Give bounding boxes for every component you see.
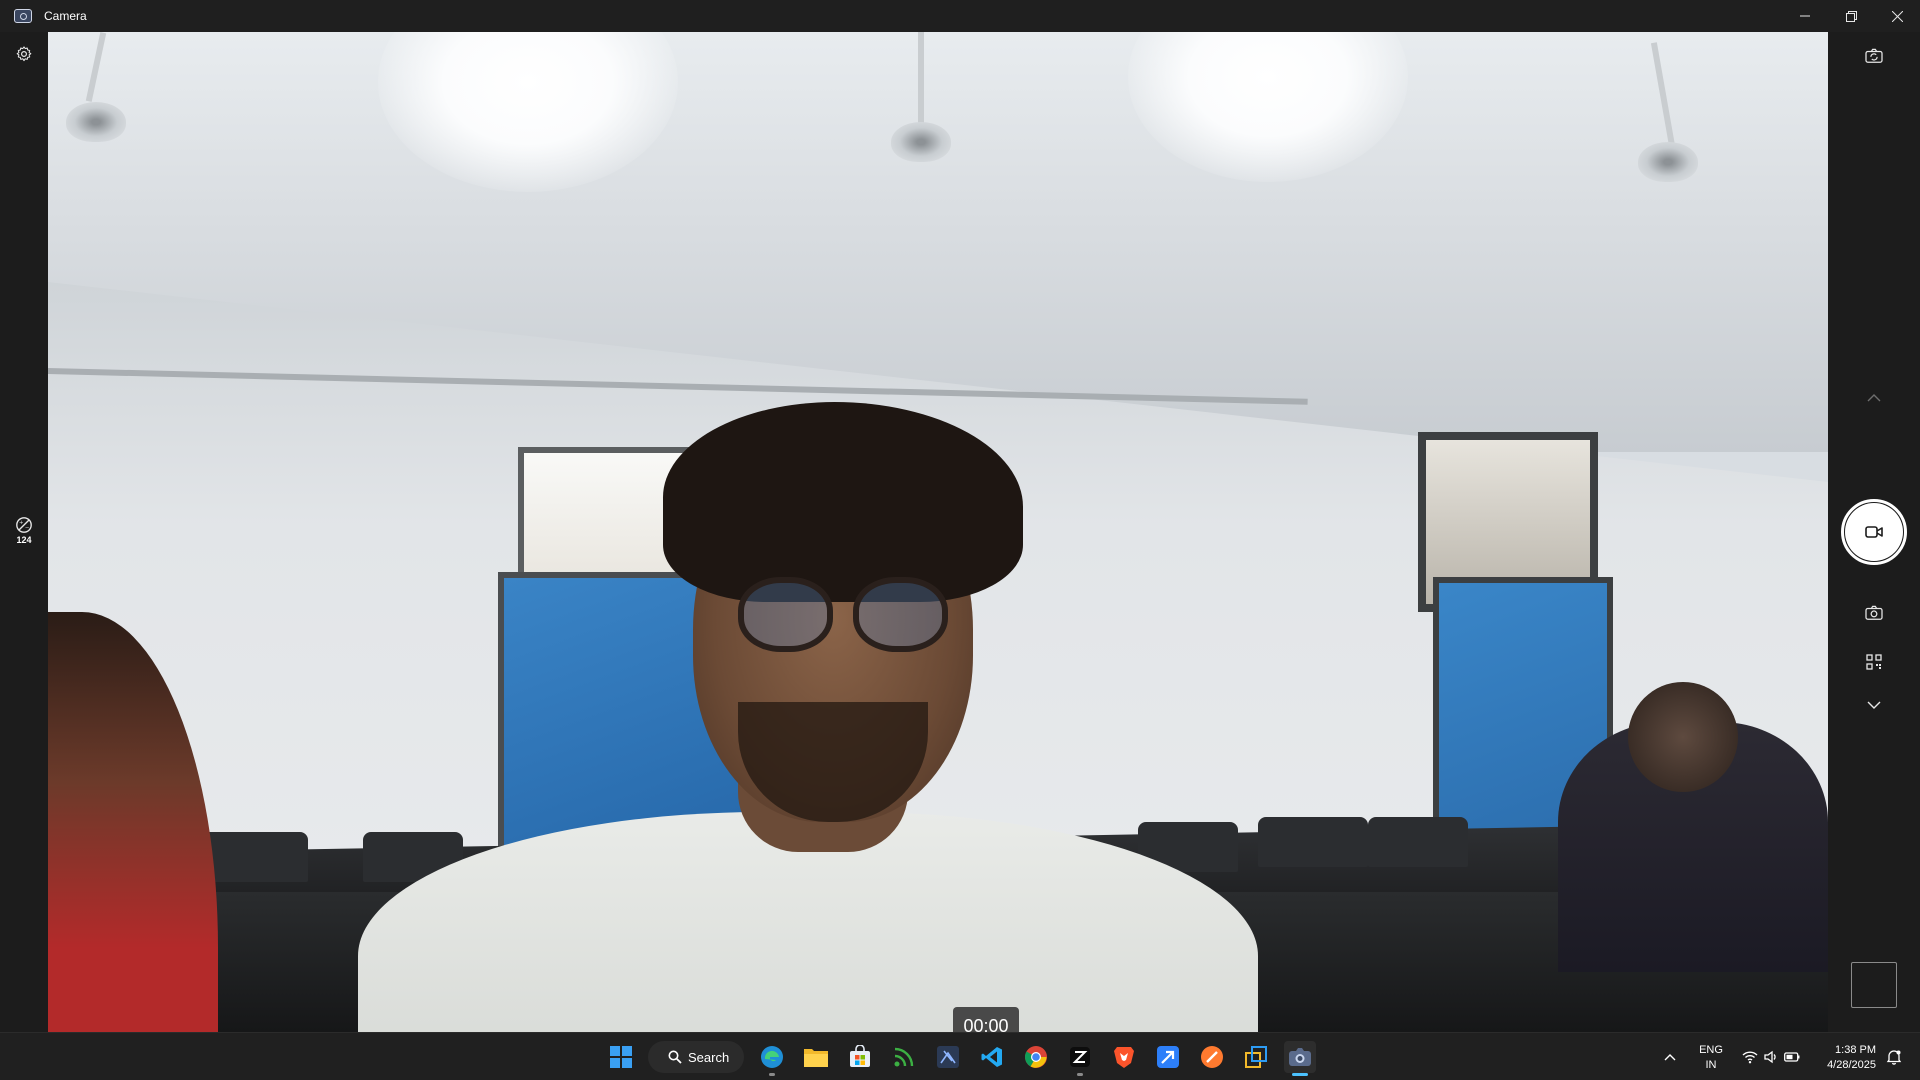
taskbar-app-vscode[interactable]	[976, 1041, 1008, 1073]
taskbar-app-edge[interactable]	[756, 1041, 788, 1076]
preview-glasses	[853, 577, 948, 652]
title-bar: Camera	[0, 0, 1920, 32]
taskbar-app-file-explorer[interactable]	[800, 1041, 832, 1073]
file-explorer-icon	[804, 1049, 828, 1067]
taskbar-app-store[interactable]	[844, 1041, 876, 1073]
input-language-indicator[interactable]: ENG IN	[1696, 1043, 1726, 1073]
taskbar-search[interactable]: Search	[648, 1041, 744, 1073]
qr-scan-mode-button[interactable]	[1854, 642, 1894, 682]
camera-switch-icon	[1865, 48, 1883, 63]
preview-ceiling-fan	[891, 122, 951, 162]
search-icon	[668, 1050, 682, 1064]
camera-app-icon	[14, 9, 32, 23]
camera-viewfinder[interactable]: 00:00	[48, 32, 1828, 1032]
restore-icon	[1845, 10, 1857, 22]
chevron-down-icon	[1867, 701, 1881, 709]
settings-button[interactable]	[10, 40, 38, 68]
edge-icon	[761, 1046, 783, 1068]
running-indicator	[769, 1073, 775, 1076]
shutter-inner	[1845, 503, 1903, 561]
clock-date: 4/28/2025	[1827, 1059, 1876, 1071]
lang-region: IN	[1705, 1059, 1717, 1071]
search-label: Search	[688, 1049, 730, 1065]
taskbar-clock[interactable]: 1:38 PM 4/28/2025	[1812, 1043, 1876, 1073]
rss-app-icon	[894, 1047, 914, 1067]
show-hidden-icons-button[interactable]	[1656, 1041, 1684, 1073]
window-title: Camera	[44, 9, 87, 23]
preview-seat	[1258, 817, 1368, 867]
left-rail: + − 124	[0, 32, 48, 1032]
app-black-icon	[1070, 1047, 1090, 1067]
wifi-icon	[1742, 1051, 1758, 1064]
taskbar-app-black[interactable]	[1064, 1041, 1096, 1076]
record-video-button[interactable]	[1841, 499, 1907, 565]
right-rail	[1828, 32, 1920, 1032]
quick-settings-button[interactable]	[1736, 1041, 1806, 1073]
minimize-icon	[1800, 15, 1810, 17]
recording-timer: 00:00	[953, 1007, 1019, 1032]
store-icon	[850, 1045, 870, 1067]
hdr-toggle-button[interactable]: + − 124	[8, 516, 40, 554]
qr-scan-icon	[1866, 654, 1882, 670]
preview-ceiling-fan	[1638, 142, 1698, 182]
chevron-up-icon	[1867, 394, 1881, 402]
taskbar-app-arrow[interactable]	[1152, 1041, 1184, 1073]
notifications-button[interactable]	[1880, 1041, 1908, 1073]
restore-button[interactable]	[1828, 0, 1874, 32]
mode-scroll-up-button[interactable]	[1854, 378, 1894, 418]
start-icon	[610, 1046, 632, 1068]
close-icon	[1891, 10, 1903, 22]
vscode-icon	[981, 1047, 1002, 1067]
arrow-app-icon	[1157, 1046, 1179, 1068]
preview-glasses	[738, 577, 833, 652]
remote-desktop-icon	[1245, 1046, 1267, 1068]
switch-camera-button[interactable]	[1854, 36, 1894, 76]
last-capture-thumbnail[interactable]	[1851, 962, 1897, 1008]
orange-app-icon	[1201, 1046, 1223, 1068]
gear-icon	[16, 46, 32, 62]
preview-fan-rod	[918, 32, 924, 127]
photo-mode-button[interactable]	[1854, 593, 1894, 633]
mode-scroll-down-button[interactable]	[1854, 685, 1894, 725]
clock-time: 1:38 PM	[1835, 1044, 1876, 1056]
brave-icon	[1114, 1047, 1134, 1068]
taskbar-app-chrome[interactable]	[1020, 1041, 1052, 1073]
hdr-value-label: 124	[16, 535, 32, 545]
snipping-tool-icon	[937, 1046, 959, 1068]
taskbar-app-brave[interactable]	[1108, 1041, 1140, 1073]
taskbar: Search ENG IN 1:38 PM 4/28/2025	[0, 1032, 1920, 1080]
minimize-button[interactable]	[1782, 0, 1828, 32]
start-button[interactable]	[605, 1041, 637, 1073]
lang-code: ENG	[1699, 1044, 1723, 1056]
photo-mode-icon	[1865, 605, 1883, 620]
chevron-up-icon	[1664, 1054, 1676, 1061]
volume-icon	[1764, 1050, 1776, 1064]
svg-text:−: −	[25, 526, 30, 532]
preview-ceiling-fan	[66, 102, 126, 142]
taskbar-app-camera[interactable]	[1284, 1041, 1316, 1076]
preview-seat	[1368, 817, 1468, 867]
battery-icon	[1784, 1052, 1800, 1062]
taskbar-app-rss[interactable]	[888, 1041, 920, 1073]
chrome-icon	[1025, 1046, 1047, 1068]
close-button[interactable]	[1874, 0, 1920, 32]
preview-person-head	[1628, 682, 1738, 792]
running-indicator	[1077, 1073, 1083, 1076]
taskbar-app-snipping[interactable]	[932, 1041, 964, 1073]
video-record-icon	[1865, 526, 1883, 538]
camera-app-icon	[1289, 1048, 1311, 1066]
active-indicator	[1292, 1073, 1308, 1076]
hdr-icon: + −	[16, 517, 32, 533]
svg-text:+: +	[19, 520, 24, 526]
taskbar-app-remote[interactable]	[1240, 1041, 1272, 1073]
taskbar-app-orange[interactable]	[1196, 1041, 1228, 1073]
notification-bell-icon	[1886, 1050, 1902, 1065]
